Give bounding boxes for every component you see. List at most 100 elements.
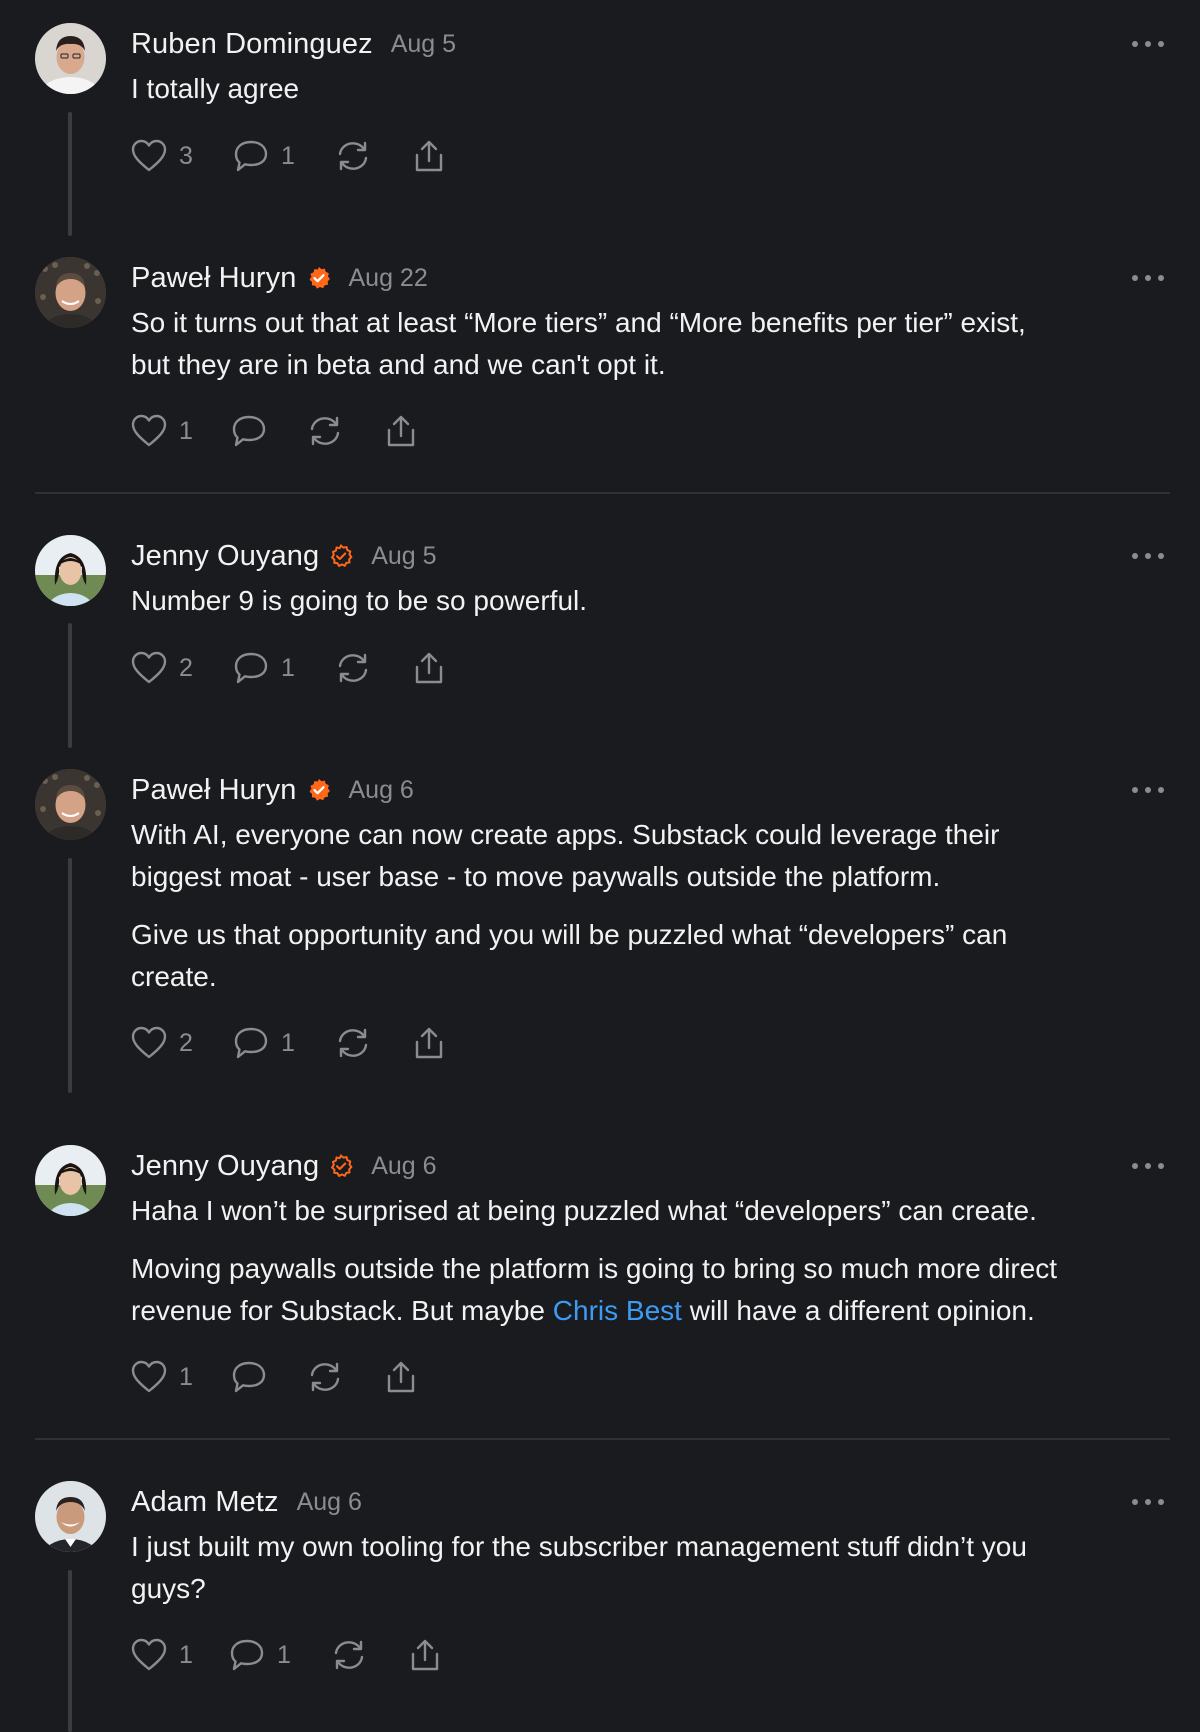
text-line: biggest moat - user base - to move paywa… — [131, 861, 941, 892]
comment-date[interactable]: Aug 6 — [297, 1488, 362, 1517]
comment: Jenny Ouyang Aug 6 Haha I won’t be surpr… — [0, 1146, 1200, 1397]
like-button[interactable]: 1 — [131, 1638, 193, 1672]
heart-icon — [131, 414, 167, 447]
text-line: create. — [131, 961, 217, 992]
comment-bubble-icon — [234, 1027, 268, 1059]
restack-button[interactable] — [335, 139, 371, 173]
comment: Ruben Dominguez Aug 5 I totally agree 3 … — [0, 24, 1200, 176]
verified-badge-icon — [307, 778, 331, 802]
comment-paragraph: I just built my own tooling for the subs… — [131, 1526, 1164, 1610]
restack-button[interactable] — [335, 1026, 371, 1060]
thread-divider — [35, 492, 1170, 494]
more-options-button[interactable] — [1132, 258, 1164, 298]
comment-actions: 1 — [131, 411, 1164, 451]
reply-button[interactable] — [231, 1360, 267, 1394]
reply-button[interactable]: 1 — [233, 651, 295, 685]
comment: Paweł Huryn Aug 22 So it turns out that … — [0, 258, 1200, 451]
like-count: 1 — [179, 1362, 193, 1391]
like-button[interactable]: 2 — [131, 1026, 193, 1060]
like-button[interactable]: 1 — [131, 414, 193, 448]
comment-bubble-icon — [230, 1639, 264, 1671]
share-button[interactable] — [411, 651, 447, 685]
text-line: will have a different opinion. — [681, 1295, 1035, 1326]
comment-date[interactable]: Aug 5 — [391, 30, 456, 59]
comment-actions: 2 1 — [131, 648, 1164, 688]
more-options-button[interactable] — [1132, 536, 1164, 576]
author-name[interactable]: Paweł Huryn — [131, 262, 297, 295]
share-icon — [387, 1361, 415, 1393]
restack-button[interactable] — [307, 414, 343, 448]
reply-button[interactable] — [231, 414, 267, 448]
comment-bubble-icon — [234, 140, 268, 172]
text-line: I just built my own tooling for the subs… — [131, 1531, 1027, 1562]
comment-date[interactable]: Aug 5 — [371, 542, 436, 571]
comment-body: I totally agree — [131, 68, 1164, 110]
restack-icon — [334, 1640, 364, 1670]
comment-date[interactable]: Aug 6 — [349, 776, 414, 805]
comment-body: I just built my own tooling for the subs… — [131, 1526, 1164, 1610]
text-line: guys? — [131, 1573, 206, 1604]
share-button[interactable] — [383, 414, 419, 448]
heart-icon — [131, 1360, 167, 1393]
restack-button[interactable] — [335, 651, 371, 685]
restack-icon — [310, 1362, 340, 1392]
like-button[interactable]: 3 — [131, 139, 193, 173]
reply-button[interactable]: 1 — [233, 139, 295, 173]
text-line: So it turns out that at least “More tier… — [131, 307, 1026, 338]
comment: Jenny Ouyang Aug 5 Number 9 is going to … — [0, 536, 1200, 688]
comment-text: I totally agree — [131, 73, 300, 104]
comment-text: Haha I won’t be surprised at being puzzl… — [131, 1195, 1037, 1226]
comment-actions: 1 — [131, 1357, 1164, 1397]
reply-count: 1 — [277, 1640, 291, 1669]
comment-date[interactable]: Aug 6 — [371, 1152, 436, 1181]
restack-button[interactable] — [331, 1638, 367, 1672]
text-line: With AI, everyone can now create apps. S… — [131, 819, 1000, 850]
like-button[interactable]: 1 — [131, 1360, 193, 1394]
comment-paragraph: Give us that opportunity and you will be… — [131, 914, 1164, 998]
thread-divider — [35, 1438, 1170, 1440]
verified-badge-icon — [307, 266, 331, 290]
author-name[interactable]: Jenny Ouyang — [131, 1150, 319, 1183]
comment-bubble-icon — [232, 415, 266, 447]
comment-body: Haha I won’t be surprised at being puzzl… — [131, 1190, 1164, 1332]
more-options-button[interactable] — [1132, 1146, 1164, 1186]
like-count: 1 — [179, 1640, 193, 1669]
share-icon — [415, 1027, 443, 1059]
like-button[interactable]: 2 — [131, 651, 193, 685]
heart-icon — [131, 139, 167, 172]
comment-paragraph: Moving paywalls outside the platform is … — [131, 1248, 1164, 1332]
reply-button[interactable]: 1 — [233, 1026, 295, 1060]
comment-date[interactable]: Aug 22 — [349, 264, 428, 293]
reply-count: 1 — [281, 653, 295, 682]
share-icon — [415, 652, 443, 684]
restack-icon — [338, 141, 368, 171]
comment-actions: 1 1 — [131, 1635, 1164, 1675]
share-button[interactable] — [411, 139, 447, 173]
author-name[interactable]: Jenny Ouyang — [131, 540, 319, 573]
restack-icon — [338, 653, 368, 683]
author-name[interactable]: Adam Metz — [131, 1486, 279, 1519]
more-options-button[interactable] — [1132, 1482, 1164, 1522]
mention-link[interactable]: Chris Best — [553, 1295, 682, 1326]
more-options-button[interactable] — [1132, 24, 1164, 64]
comment-body: So it turns out that at least “More tier… — [131, 302, 1164, 386]
author-name[interactable]: Ruben Dominguez — [131, 28, 373, 61]
verified-badge-outline-icon — [329, 544, 353, 568]
reply-button[interactable]: 1 — [229, 1638, 291, 1672]
heart-icon — [131, 651, 167, 684]
reply-count: 1 — [281, 141, 295, 170]
share-button[interactable] — [383, 1360, 419, 1394]
restack-icon — [338, 1028, 368, 1058]
share-icon — [415, 140, 443, 172]
share-icon — [411, 1639, 439, 1671]
like-count: 3 — [179, 141, 193, 170]
share-button[interactable] — [411, 1026, 447, 1060]
text-line: Moving paywalls outside the platform is … — [131, 1253, 1057, 1284]
heart-icon — [131, 1638, 167, 1671]
share-button[interactable] — [407, 1638, 443, 1672]
author-name[interactable]: Paweł Huryn — [131, 774, 297, 807]
comment: Adam Metz Aug 6 I just built my own tool… — [0, 1482, 1200, 1675]
more-options-button[interactable] — [1132, 770, 1164, 810]
comment-body: Number 9 is going to be so powerful. — [131, 580, 1164, 622]
restack-button[interactable] — [307, 1360, 343, 1394]
